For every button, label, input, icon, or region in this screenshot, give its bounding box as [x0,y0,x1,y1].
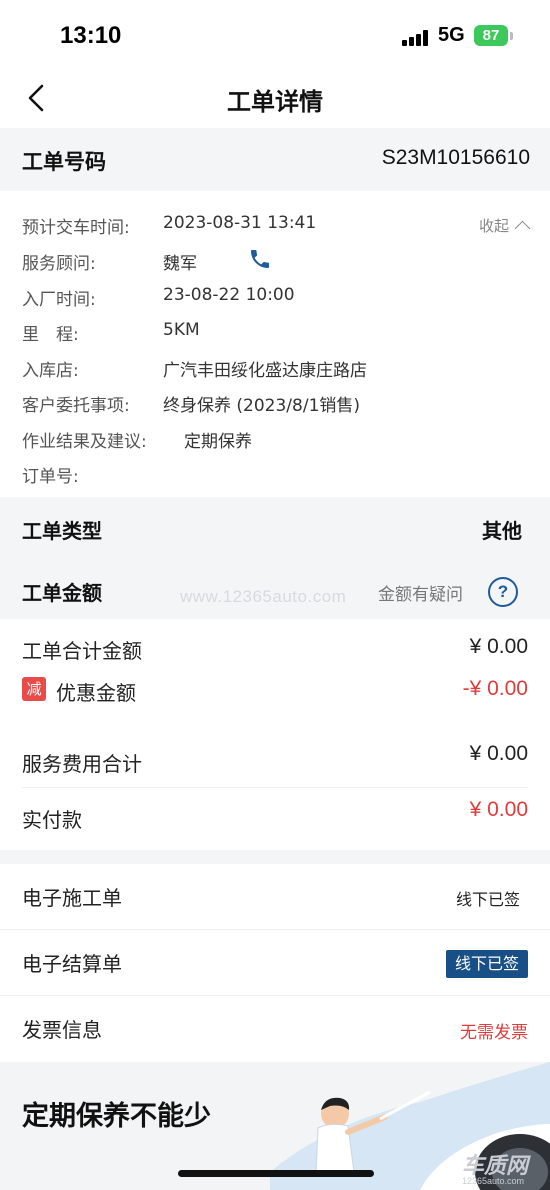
discount-value: -¥ 0.00 [462,677,528,700]
watermark-logo-url: 12365auto.com [462,1176,525,1186]
document-label: 电子施工单 [22,886,122,910]
result-value: 定期保养 [184,432,252,452]
entry-time-value: 23-08-22 10:00 [163,285,295,305]
battery-tip [510,32,513,40]
discount-badge: 减 [22,677,46,701]
chevron-up-icon [514,220,531,237]
section-gap [0,850,550,864]
detail-label: 里 程: [22,325,79,345]
mileage-value: 5KM [163,320,200,340]
banner-title: 定期保养不能少 [22,1101,211,1132]
status-bar: 13:10 5G 87 [0,0,550,70]
document-list: 电子施工单 线下已签 电子结算单 线下已签 发票信息 无需发票 [0,864,550,1062]
paid-amount-value: ¥ 0.00 [469,798,528,821]
total-amount-value: ¥ 0.00 [469,635,528,658]
discount-label: 优惠金额 [56,681,136,705]
detail-label: 入库店: [22,361,79,381]
document-row[interactable]: 发票信息 无需发票 [0,996,550,1062]
signal-icon [402,30,432,46]
document-status: 线下已签 [455,890,520,909]
question-icon[interactable]: ? [488,577,518,607]
order-number-value: S23M10156610 [381,146,530,169]
page-title: 工单详情 [227,88,323,116]
paid-amount-label: 实付款 [22,808,82,832]
detail-label: 服务顾问: [22,254,96,274]
order-details: 收起 预计交车时间: 2023-08-31 13:41 服务顾问: 魏军 入厂时… [0,191,550,497]
customer-request-value: 终身保养 (2023/8/1销售) [163,396,361,416]
status-time: 13:10 [60,22,122,49]
detail-label: 入厂时间: [22,290,96,310]
delivery-time-value: 2023-08-31 13:41 [163,213,317,233]
advisor-value: 魏军 [163,254,197,274]
service-total-value: ¥ 0.00 [469,742,528,765]
order-type-section: 工单类型 其他 工单金额 www.12365auto.com 金额有疑问 ? [0,497,550,619]
amount-question-link[interactable]: 金额有疑问 [378,580,463,605]
collapse-toggle[interactable]: 收起 [478,215,531,237]
total-amount-label: 工单合计金额 [22,639,142,663]
document-label: 发票信息 [22,1018,102,1042]
phone-icon[interactable] [248,247,272,271]
order-type-value: 其他 [482,519,522,543]
detail-label: 客户委托事项: [22,396,130,416]
home-indicator[interactable] [178,1170,374,1177]
watermark-text: www.12365auto.com [180,587,347,606]
detail-label: 作业结果及建议: [22,432,147,452]
detail-label: 预计交车时间: [22,218,130,238]
document-status: 无需发票 [460,1023,528,1043]
store-value: 广汽丰田绥化盛达康庄路店 [163,361,367,381]
order-type-label: 工单类型 [22,519,102,543]
document-status-badge[interactable]: 线下已签 [445,950,528,978]
document-row[interactable]: 电子结算单 线下已签 [0,930,550,996]
nav-bar: 工单详情 [0,70,550,128]
service-total-label: 服务费用合计 [22,752,142,776]
battery-icon: 87 [474,25,508,46]
network-type: 5G [438,24,465,46]
order-number-label: 工单号码 [22,150,106,174]
detail-label: 订单号: [22,467,79,487]
divider [22,787,528,788]
order-number-row: 工单号码 S23M10156610 [0,128,550,191]
document-label: 电子结算单 [22,952,122,976]
amount-list: 工单合计金额 ¥ 0.00 减 优惠金额 -¥ 0.00 服务费用合计 ¥ 0.… [0,619,550,850]
order-amount-label: 工单金额 [22,581,102,605]
collapse-label: 收起 [478,217,509,235]
document-row[interactable]: 电子施工单 线下已签 [0,864,550,930]
